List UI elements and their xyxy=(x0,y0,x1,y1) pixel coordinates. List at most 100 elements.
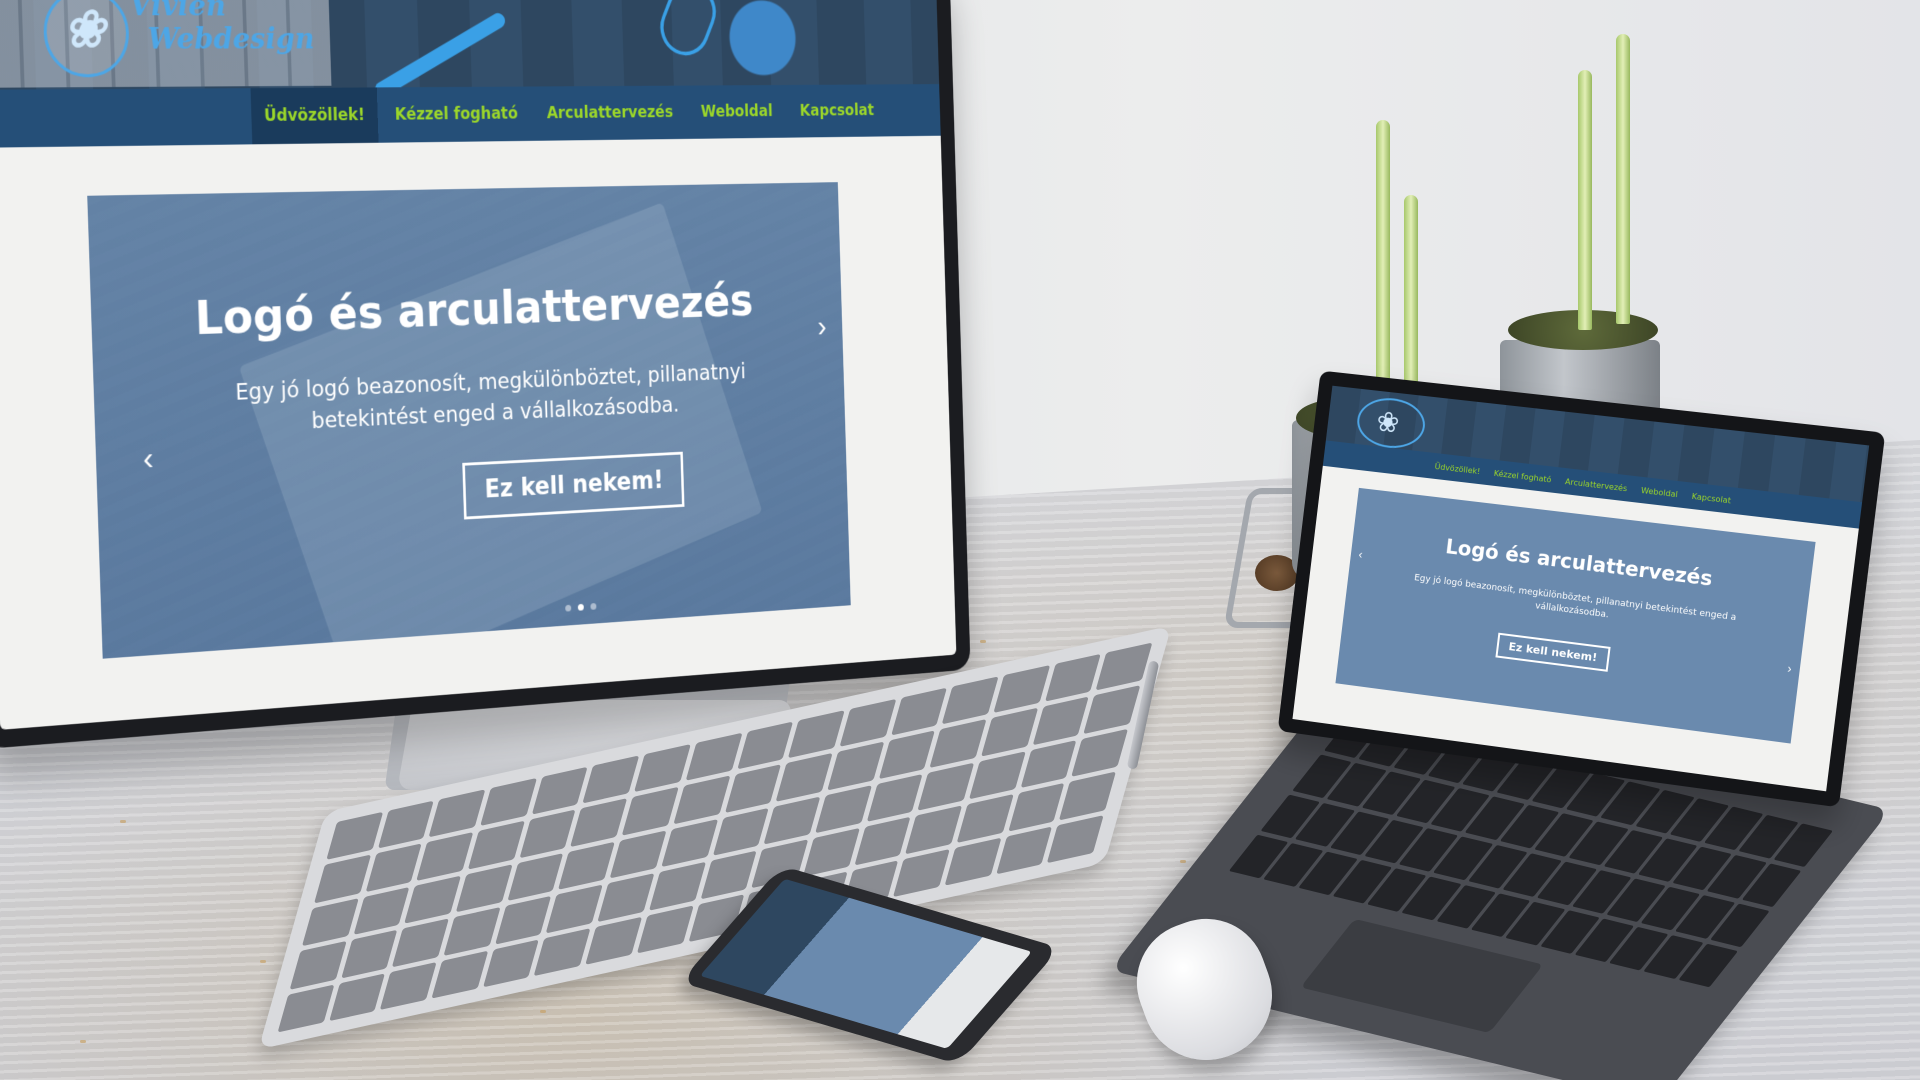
tablet-cta-button[interactable]: Ez kell nekem! xyxy=(1495,632,1611,672)
desktop-monitor: Vivien Webdesign Üdvözöllek! Kézzel fogh… xyxy=(0,0,971,750)
plant-stem xyxy=(1376,120,1390,410)
logo-text-line2: Webdesign xyxy=(147,22,315,57)
keyboard-key xyxy=(443,907,501,956)
tablet-nav-handmade[interactable]: Kézzel fogható xyxy=(1489,468,1557,485)
desk-speck xyxy=(1180,860,1186,863)
keyboard-key xyxy=(1044,653,1102,703)
keyboard-key xyxy=(1047,814,1104,864)
keyboard-key xyxy=(428,789,486,838)
keyboard-key xyxy=(905,805,963,854)
keyboard-key xyxy=(507,852,564,902)
keyboard-key xyxy=(1059,771,1116,821)
keyboard-key xyxy=(341,929,398,979)
keyboard-key xyxy=(609,830,667,879)
keyboard-key xyxy=(392,918,449,967)
keyboard-key xyxy=(467,821,525,870)
keyboard-key xyxy=(944,837,1002,886)
nav-item-contact[interactable]: Kapcsolat xyxy=(788,84,886,137)
keyboard-key xyxy=(763,796,821,845)
chevron-left-icon[interactable]: ‹ xyxy=(1358,547,1363,561)
header-paperclip-photo xyxy=(652,0,724,65)
desk-speck xyxy=(540,1010,546,1013)
site-logo[interactable]: Vivien Webdesign xyxy=(42,0,315,78)
plant-stem xyxy=(1578,70,1592,330)
tablet-screen: Üdvözöllek! Kézzel fogható Arculattervez… xyxy=(1292,385,1870,792)
keyboard-key xyxy=(1083,685,1141,734)
desk-speck xyxy=(120,820,126,823)
keyboard-key xyxy=(416,832,474,881)
keyboard-key xyxy=(814,785,872,834)
tablet-nav-welcome[interactable]: Üdvözöllek! xyxy=(1429,461,1485,476)
keyboard-key xyxy=(787,710,845,759)
keyboard-key xyxy=(866,773,923,823)
keyboard-key xyxy=(455,864,513,913)
desk-speck xyxy=(980,640,986,643)
keyboard-key xyxy=(597,873,655,922)
chevron-right-icon[interactable]: › xyxy=(817,309,827,345)
keyboard-key xyxy=(582,755,640,804)
tablet-hero-slider: Logó és arculattervezés Egy jó logó beaz… xyxy=(1335,487,1816,744)
keyboard-key xyxy=(1032,696,1089,746)
keyboard-key xyxy=(380,961,437,1010)
keyboard-key xyxy=(736,721,794,770)
slider-dot-active[interactable] xyxy=(577,603,584,611)
keyboard-key xyxy=(893,848,950,897)
keyboard-key xyxy=(917,762,975,811)
keyboard-key xyxy=(661,818,718,868)
keyboard-key xyxy=(314,854,371,904)
chevron-right-icon[interactable]: › xyxy=(1787,661,1793,676)
keyboard-key xyxy=(636,905,694,954)
keyboard-key xyxy=(1008,782,1065,832)
keyboard-key xyxy=(289,941,347,990)
slider-dots xyxy=(565,602,597,612)
keyboard-key xyxy=(802,828,860,877)
butterfly-icon xyxy=(42,0,131,78)
keyboard-key xyxy=(878,730,936,780)
keyboard-key xyxy=(929,719,987,768)
keyboard-key xyxy=(941,676,999,725)
slider-dot[interactable] xyxy=(590,602,597,610)
main-nav: Üdvözöllek! Kézzel fogható Arculattervez… xyxy=(0,84,941,148)
keyboard-key xyxy=(673,775,730,825)
nav-item-welcome[interactable]: Üdvözöllek! xyxy=(250,87,379,145)
butterfly-icon[interactable] xyxy=(1354,394,1428,452)
keyboard-key xyxy=(365,843,422,892)
logo-text-line1: Vivien xyxy=(129,0,227,24)
keyboard-key xyxy=(712,807,769,856)
nav-item-handmade[interactable]: Kézzel fogható xyxy=(382,87,531,143)
keyboard-key xyxy=(968,751,1026,800)
keyboard-key xyxy=(301,898,359,947)
keyboard-key xyxy=(531,766,589,816)
desk-speck xyxy=(260,960,266,963)
keyboard-key xyxy=(981,708,1038,757)
keyboard-key xyxy=(700,850,757,900)
keyboard-key xyxy=(854,816,911,866)
keyboard-key xyxy=(326,811,383,861)
desk-speck xyxy=(80,1040,86,1043)
keyboard-key xyxy=(519,809,576,859)
keyboard-key xyxy=(993,665,1050,714)
nav-item-website[interactable]: Weboldal xyxy=(689,85,785,139)
keyboard-key xyxy=(494,895,552,945)
keyboard-key xyxy=(890,687,948,736)
keyboard-key xyxy=(775,753,833,802)
keyboard-key xyxy=(277,984,335,1033)
keyboard-key xyxy=(685,732,742,782)
tablet-nav-contact[interactable]: Kapcsolat xyxy=(1686,491,1736,506)
monitor-screen: Vivien Webdesign Üdvözöllek! Kézzel fogh… xyxy=(0,0,957,730)
keyboard-key xyxy=(634,744,691,793)
keyboard-key xyxy=(546,884,603,933)
keyboard-key xyxy=(724,764,782,813)
keyboard-key xyxy=(839,698,896,748)
keyboard-key xyxy=(585,916,643,965)
hero-slider: Logó és arculattervezés Egy jó logó beaz… xyxy=(87,182,851,659)
nav-item-branding[interactable]: Arculattervezés xyxy=(534,86,685,141)
chevron-left-icon[interactable]: ‹ xyxy=(142,440,154,479)
slider-dot[interactable] xyxy=(565,604,572,612)
keyboard-key xyxy=(353,886,410,936)
keyboard-key xyxy=(648,862,706,911)
tablet-nav-website[interactable]: Weboldal xyxy=(1636,485,1684,499)
tablet-nav-branding[interactable]: Arculattervezés xyxy=(1560,476,1633,493)
keyboard-key xyxy=(404,875,462,924)
keyboard-key xyxy=(995,826,1053,875)
